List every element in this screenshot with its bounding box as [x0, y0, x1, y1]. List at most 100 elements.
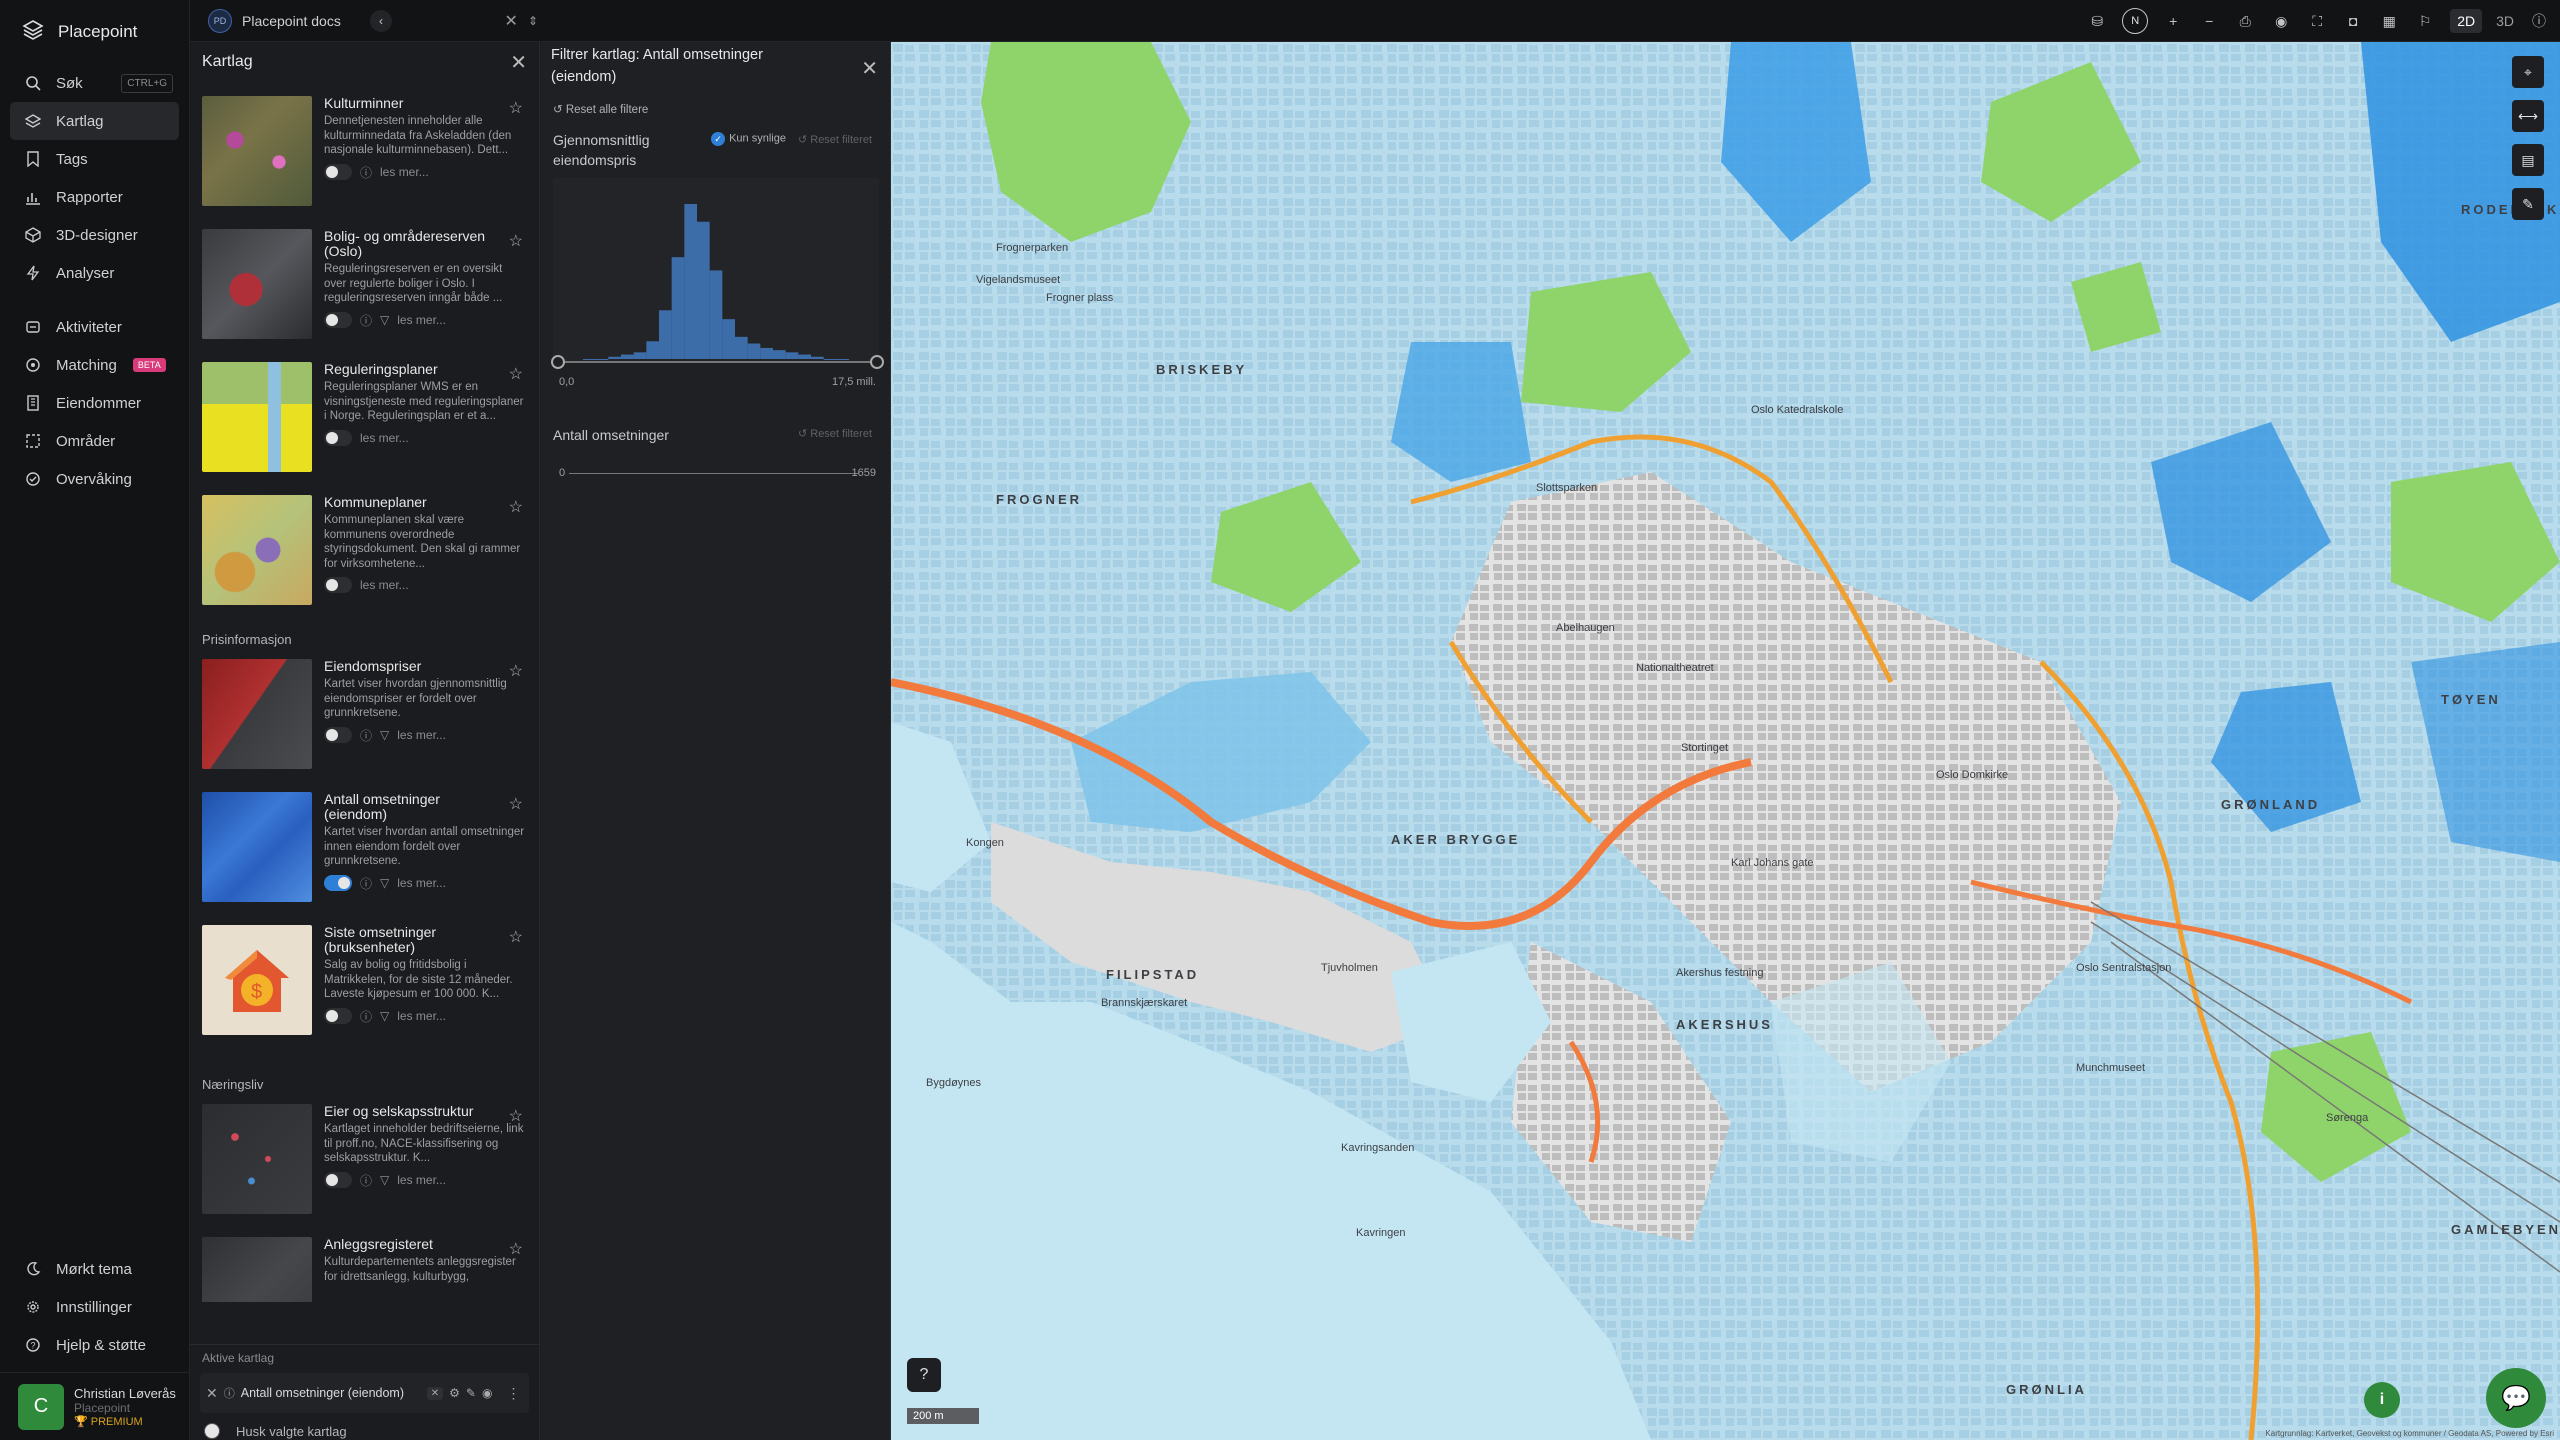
- nav-item-omrader[interactable]: Områder: [10, 422, 179, 460]
- layer-card[interactable]: Kommuneplaner ☆ Kommuneplanen skal være …: [190, 495, 539, 628]
- more-icon[interactable]: ⋮: [506, 1385, 520, 1402]
- info-icon[interactable]: ⓘ: [360, 164, 372, 181]
- info-icon[interactable]: ⓘ: [224, 1385, 235, 1401]
- nav-item-matching[interactable]: Matching BETA: [10, 346, 179, 384]
- count-range-slider[interactable]: 0 1659: [545, 463, 886, 487]
- layer-toggle[interactable]: [324, 312, 352, 328]
- close-icon[interactable]: ✕: [206, 1385, 218, 1402]
- read-more-link[interactable]: les mer...: [380, 165, 429, 179]
- remember-toggle[interactable]: [204, 1423, 220, 1439]
- star-icon[interactable]: ☆: [509, 364, 523, 384]
- star-icon[interactable]: ☆: [509, 1106, 523, 1126]
- grid-icon[interactable]: ▦: [2378, 10, 2400, 32]
- camera-icon[interactable]: ◘: [2342, 10, 2364, 32]
- read-more-link[interactable]: les mer...: [397, 1173, 446, 1187]
- star-icon[interactable]: ☆: [509, 231, 523, 251]
- slider-max-handle[interactable]: [870, 355, 884, 369]
- filter-icon[interactable]: ▽: [380, 313, 389, 327]
- select-tool-icon[interactable]: ⌖: [2512, 56, 2544, 88]
- layer-card[interactable]: Anleggsregisteret ☆ Kulturdepartementets…: [190, 1237, 539, 1302]
- map-help-button[interactable]: ?: [907, 1358, 941, 1392]
- chart-tool-icon[interactable]: ▤: [2512, 144, 2544, 176]
- eye-icon[interactable]: ◉: [482, 1386, 492, 1400]
- active-layer-row[interactable]: ✕ ⓘ Antall omsetninger (eiendom) ✕ ⚙ ✎ ◉…: [200, 1373, 529, 1413]
- info-icon[interactable]: ⓘ: [360, 312, 372, 329]
- fullscreen-icon[interactable]: ⛶: [2306, 10, 2328, 32]
- close-icon[interactable]: ✕: [505, 11, 518, 31]
- filter-icon[interactable]: ▽: [380, 876, 389, 890]
- layers-stack-icon[interactable]: ⛁: [2086, 10, 2108, 32]
- view-2d-button[interactable]: 2D: [2450, 9, 2483, 33]
- nav-item-overvaking[interactable]: Overvåking: [10, 460, 179, 498]
- nav-item-tags[interactable]: Tags: [10, 140, 179, 178]
- read-more-link[interactable]: les mer...: [397, 876, 446, 890]
- filter-icon[interactable]: ▽: [380, 728, 389, 742]
- layer-toggle[interactable]: [324, 164, 352, 180]
- eye-icon[interactable]: ◉: [2270, 10, 2292, 32]
- nav-item-help[interactable]: ? Hjelp & støtte: [10, 1326, 180, 1364]
- reset-all-button[interactable]: ↺ Reset alle filtere: [541, 88, 890, 116]
- info-icon[interactable]: ⓘ: [360, 1172, 372, 1189]
- chevron-updown-icon[interactable]: ⇕: [528, 14, 538, 28]
- layer-toggle[interactable]: [324, 875, 352, 891]
- reset-filter-button[interactable]: ↺ Reset filteret: [798, 427, 872, 440]
- info-icon[interactable]: ⓘ: [2528, 10, 2550, 32]
- layer-toggle[interactable]: [324, 727, 352, 743]
- print-icon[interactable]: ⎙: [2234, 10, 2256, 32]
- settings-icon[interactable]: ⚙: [449, 1386, 460, 1400]
- zoom-out-icon[interactable]: −: [2198, 10, 2220, 32]
- map-view[interactable]: FROGNER BRISKEBY AKER BRYGGE FILIPSTAD A…: [891, 42, 2560, 1440]
- nav-item-settings[interactable]: Innstillinger: [10, 1288, 180, 1326]
- info-icon[interactable]: ⓘ: [360, 727, 372, 744]
- info-icon[interactable]: ⓘ: [360, 1008, 372, 1025]
- layers-scroll[interactable]: Kulturminner ☆ Dennetjenesten inneholder…: [190, 82, 539, 1302]
- draw-tool-icon[interactable]: ✎: [2512, 188, 2544, 220]
- zoom-in-icon[interactable]: +: [2162, 10, 2184, 32]
- filter-icon[interactable]: ▽: [380, 1173, 389, 1187]
- view-3d-button[interactable]: 3D: [2496, 13, 2514, 29]
- layer-toggle[interactable]: [324, 1172, 352, 1188]
- layer-card[interactable]: Eiendomspriser ☆ Kartet viser hvordan gj…: [190, 659, 539, 792]
- nav-item-aktiviteter[interactable]: Aktiviteter: [10, 308, 179, 346]
- layer-card[interactable]: Bolig- og områdereserven (Oslo) ☆ Regule…: [190, 229, 539, 362]
- clear-filter-icon[interactable]: ✕: [426, 1386, 444, 1400]
- reset-filter-button[interactable]: ↺ Reset filteret: [798, 133, 872, 146]
- nav-item-search[interactable]: Søk CTRL+G: [10, 64, 179, 102]
- star-icon[interactable]: ☆: [509, 1239, 523, 1259]
- brand[interactable]: Placepoint: [0, 0, 189, 64]
- close-icon[interactable]: ✕: [861, 56, 878, 81]
- star-icon[interactable]: ☆: [509, 794, 523, 814]
- info-icon[interactable]: ⓘ: [360, 875, 372, 892]
- nav-item-rapporter[interactable]: Rapporter: [10, 178, 179, 216]
- nav-item-eiendommer[interactable]: Eiendommer: [10, 384, 179, 422]
- star-icon[interactable]: ☆: [509, 927, 523, 947]
- layer-toggle[interactable]: [324, 429, 352, 446]
- read-more-link[interactable]: les mer...: [360, 431, 409, 445]
- nav-item-kartlag[interactable]: Kartlag: [10, 102, 179, 140]
- layer-card[interactable]: Reguleringsplaner ☆ Reguleringsplaner WM…: [190, 362, 539, 495]
- nav-item-3d-designer[interactable]: 3D-designer: [10, 216, 179, 254]
- layer-toggle[interactable]: [324, 577, 352, 593]
- bookmark-icon[interactable]: ⚐: [2414, 10, 2436, 32]
- chat-button[interactable]: 💬: [2486, 1368, 2546, 1428]
- compass-button[interactable]: N: [2122, 8, 2149, 34]
- remember-layers-row[interactable]: Husk valgte kartlag: [190, 1415, 539, 1440]
- read-more-link[interactable]: les mer...: [360, 578, 409, 592]
- close-icon[interactable]: ✕: [510, 50, 527, 75]
- user-card[interactable]: C Christian Løverås Placepoint 🏆 PREMIUM: [0, 1372, 190, 1440]
- nav-item-dark-theme[interactable]: Mørkt tema: [10, 1250, 180, 1288]
- only-visible-toggle[interactable]: ✓ Kun synlige: [711, 132, 786, 146]
- read-more-link[interactable]: les mer...: [397, 1009, 446, 1023]
- layer-toggle[interactable]: [324, 1008, 352, 1024]
- edit-icon[interactable]: ✎: [466, 1386, 476, 1400]
- star-icon[interactable]: ☆: [509, 98, 523, 118]
- measure-tool-icon[interactable]: ⟷: [2512, 100, 2544, 132]
- collapse-nav-button[interactable]: ‹: [370, 10, 392, 32]
- layer-card[interactable]: Antall omsetninger (eiendom) ☆ Kartet vi…: [190, 792, 539, 925]
- read-more-link[interactable]: les mer...: [397, 728, 446, 742]
- nav-item-analyser[interactable]: Analyser: [10, 254, 179, 292]
- read-more-link[interactable]: les mer...: [397, 313, 446, 327]
- layer-card[interactable]: Eier og selskapsstruktur ☆ Kartlaget inn…: [190, 1104, 539, 1237]
- filter-icon[interactable]: ▽: [380, 1009, 389, 1023]
- info-button[interactable]: i: [2364, 1382, 2400, 1418]
